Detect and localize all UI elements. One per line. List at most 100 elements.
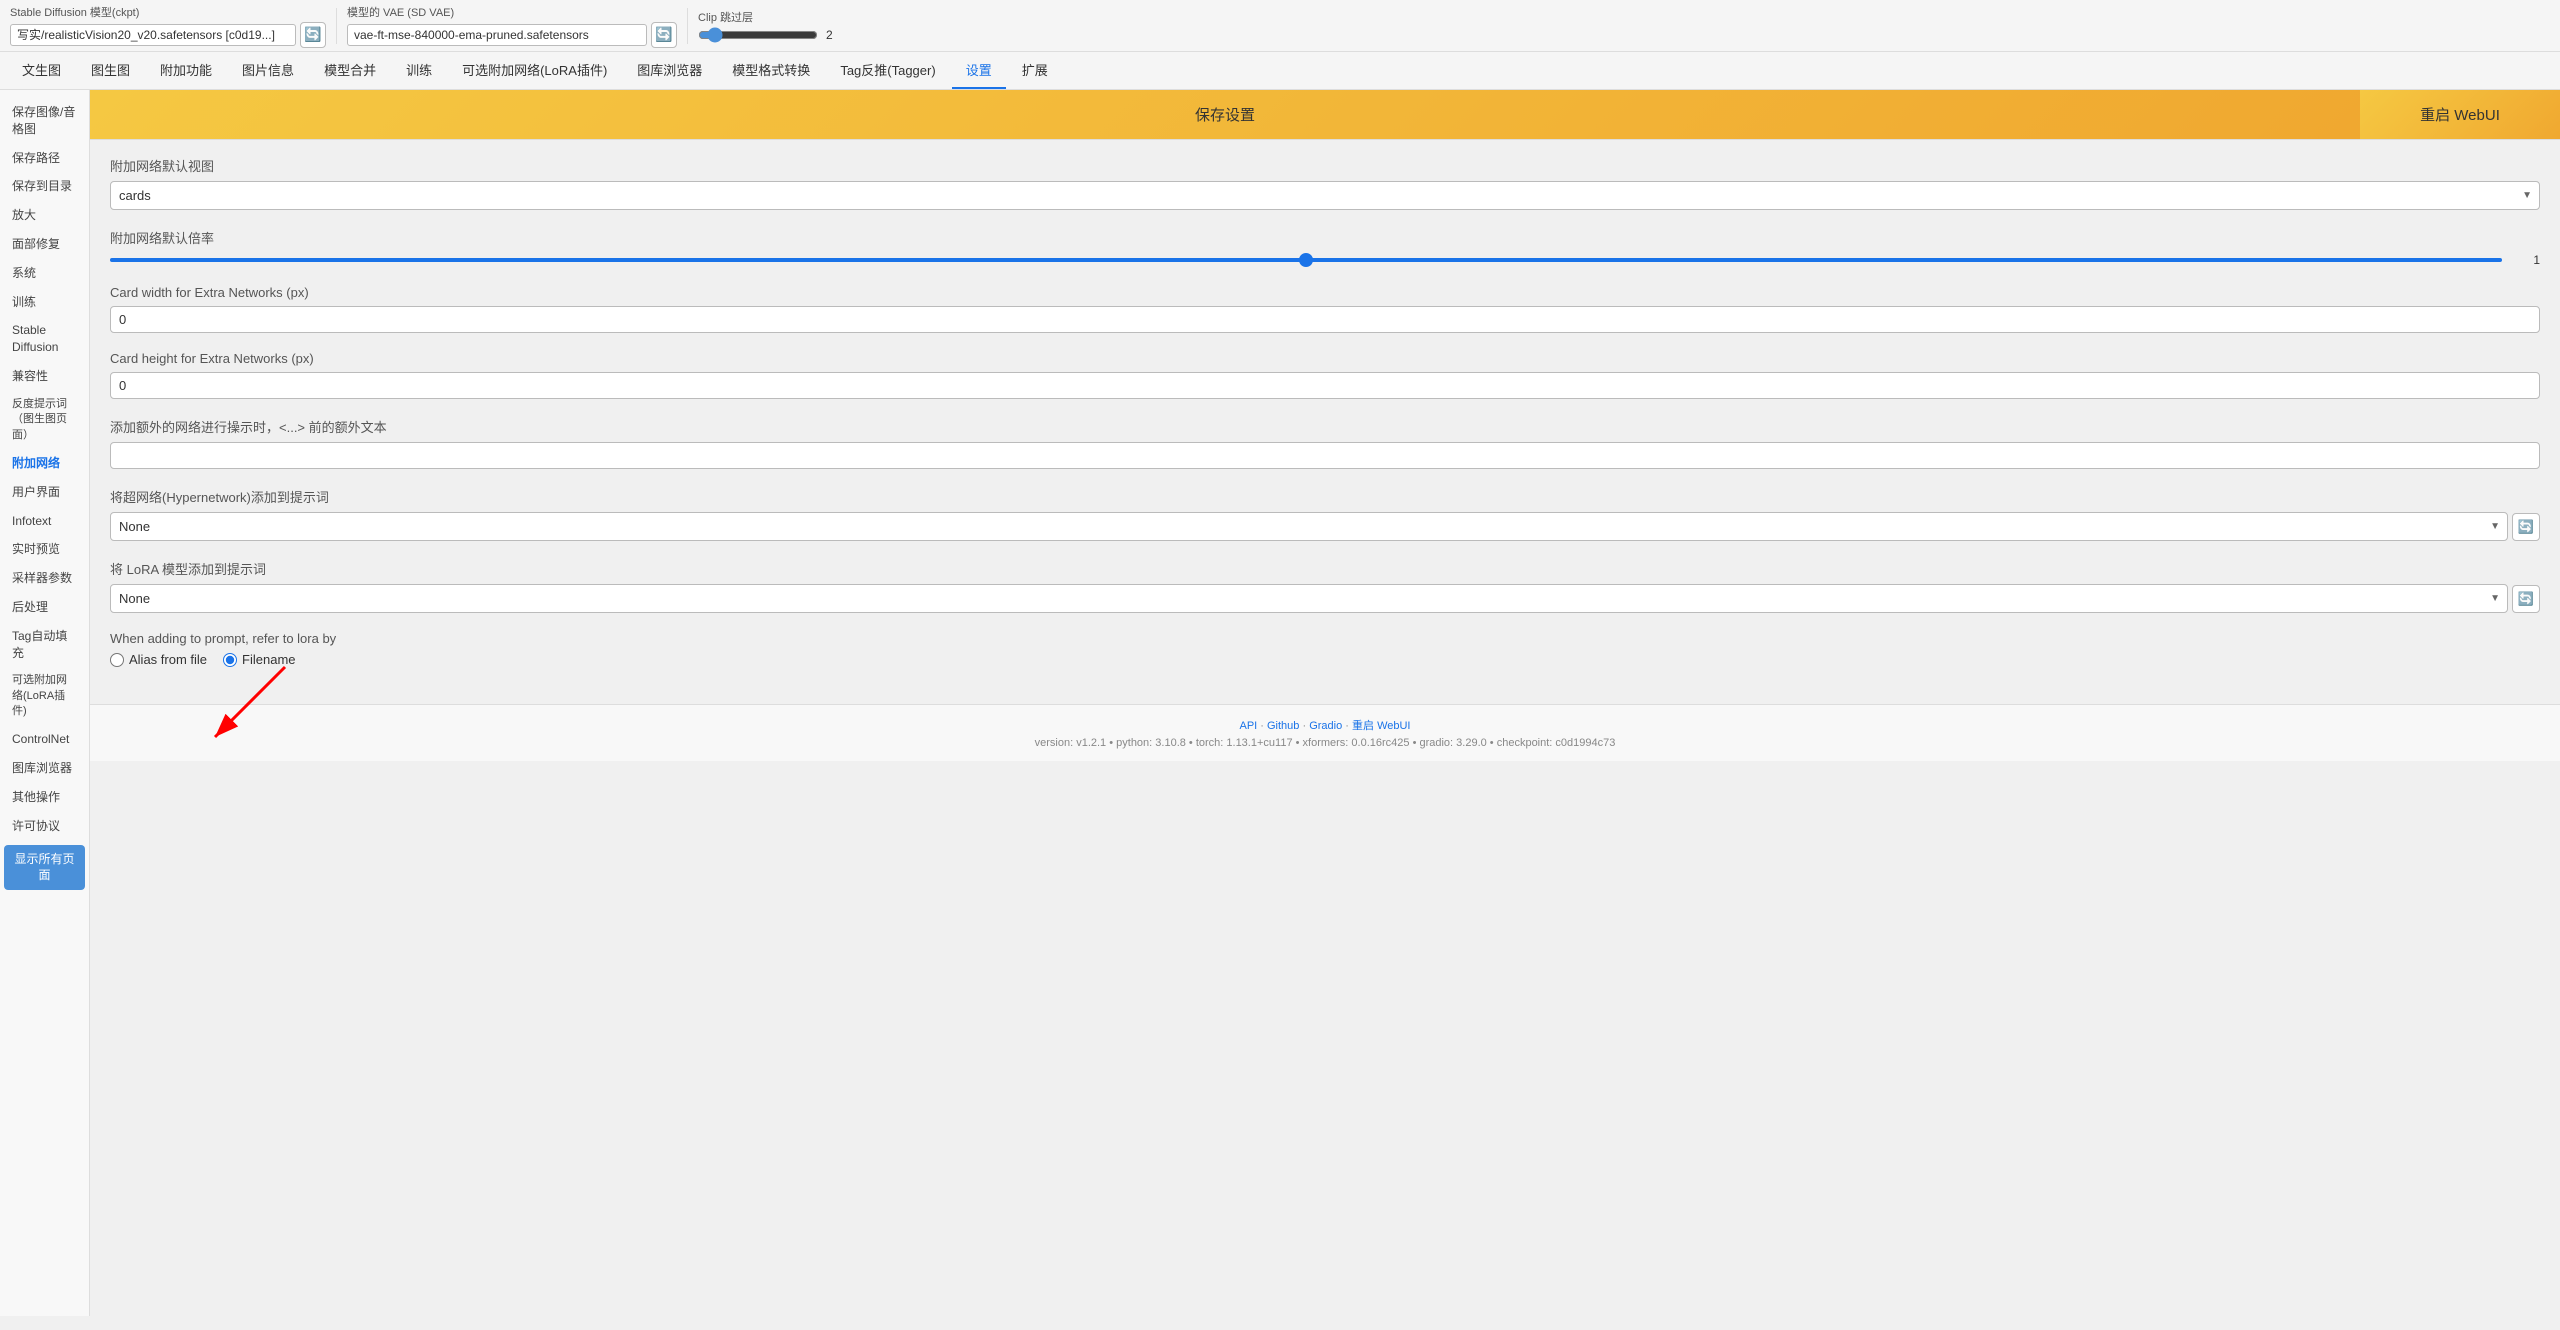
vae-select[interactable]: vae-ft-mse-840000-ema-pruned.safetensors	[347, 24, 647, 46]
tab-extensions[interactable]: 扩展	[1008, 52, 1062, 89]
footer-api-link[interactable]: API	[1239, 720, 1257, 732]
lora-select-wrap: None ▼	[110, 584, 2508, 613]
sidebar-item-controlnet[interactable]: ControlNet	[4, 725, 85, 754]
lora-refer-label: When adding to prompt, refer to lora by	[110, 631, 2540, 646]
sidebar-item-face-restore[interactable]: 面部修复	[4, 230, 85, 259]
tab-gallery[interactable]: 图库浏览器	[623, 52, 716, 89]
footer-gradio-link[interactable]: Gradio	[1309, 720, 1342, 732]
card-height-label: Card height for Extra Networks (px)	[110, 351, 2540, 366]
card-height-input[interactable]: 0	[110, 372, 2540, 399]
sidebar-item-tag-autocomplete[interactable]: Tag自动填充	[4, 622, 85, 668]
tab-txt2img[interactable]: 文生图	[8, 52, 75, 89]
separator-2	[687, 8, 688, 44]
sidebar-item-save-dir[interactable]: 保存到目录	[4, 172, 85, 201]
sidebar-item-gallery-browser[interactable]: 图库浏览器	[4, 754, 85, 783]
filename-option[interactable]: Filename	[223, 652, 295, 667]
sidebar-item-system[interactable]: 系统	[4, 259, 85, 288]
sidebar-item-training[interactable]: 训练	[4, 288, 85, 317]
sidebar-item-sampler[interactable]: 采样器参数	[4, 564, 85, 593]
lora-select[interactable]: None	[110, 584, 2508, 613]
model-label: Stable Diffusion 模型(ckpt)	[10, 4, 326, 20]
content-area: 保存设置 重启 WebUI 附加网络默认视图 cards thumbs list…	[90, 90, 2560, 1316]
hypernetwork-section: 将超网络(Hypernetwork)添加到提示词 None ▼ 🔄	[110, 487, 2540, 541]
hypernetwork-label: 将超网络(Hypernetwork)添加到提示词	[110, 487, 2540, 506]
tab-lora[interactable]: 可选附加网络(LoRA插件)	[448, 52, 621, 89]
extra-networks-view-select[interactable]: cards thumbs list	[110, 181, 2540, 210]
separator-1	[336, 8, 337, 44]
sidebar-item-license[interactable]: 许可协议	[4, 812, 85, 841]
tab-bar: 文生图 图生图 附加功能 图片信息 模型合并 训练 可选附加网络(LoRA插件)…	[0, 52, 2560, 90]
footer-links: API · Github · Gradio · 重启 WebUI	[102, 717, 2548, 733]
main-layout: 保存图像/音格图 保存路径 保存到目录 放大 面部修复 系统 训练 Stable…	[0, 90, 2560, 1316]
filename-radio[interactable]	[223, 653, 237, 667]
sidebar-item-other-ops[interactable]: 其他操作	[4, 783, 85, 812]
lora-select-row: None ▼ 🔄	[110, 584, 2540, 613]
sidebar-item-postprocess[interactable]: 后处理	[4, 593, 85, 622]
multiplier-label: 附加网络默认倍率	[110, 228, 2540, 247]
multiplier-value: 1	[2510, 253, 2540, 267]
sidebar-item-save-image[interactable]: 保存图像/音格图	[4, 98, 85, 144]
footer: API · Github · Gradio · 重启 WebUI version…	[90, 704, 2560, 761]
restart-webui-button[interactable]: 重启 WebUI	[2360, 90, 2560, 139]
model-refresh-button[interactable]: 🔄	[300, 22, 326, 48]
top-bar: Stable Diffusion 模型(ckpt) 写实/realisticVi…	[0, 0, 2560, 52]
model-select[interactable]: 写实/realisticVision20_v20.safetensors [c0…	[10, 24, 296, 46]
vae-refresh-button[interactable]: 🔄	[651, 22, 677, 48]
card-width-section: Card width for Extra Networks (px) 0	[110, 285, 2540, 333]
vae-select-wrap: vae-ft-mse-840000-ema-pruned.safetensors…	[347, 22, 677, 48]
clip-section: Clip 跳过层 2	[698, 9, 833, 43]
alias-from-file-radio[interactable]	[110, 653, 124, 667]
hypernetwork-select[interactable]: None	[110, 512, 2508, 541]
footer-restart-link[interactable]: 重启 WebUI	[1352, 720, 1410, 732]
tab-tagger[interactable]: Tag反推(Tagger)	[826, 52, 949, 89]
extra-networks-view-label: 附加网络默认视图	[110, 156, 2540, 175]
clip-label: Clip 跳过层	[698, 9, 833, 25]
footer-github-link[interactable]: Github	[1267, 720, 1299, 732]
multiplier-slider-row: 1	[110, 253, 2540, 267]
hypernetwork-select-wrap: None ▼	[110, 512, 2508, 541]
multiplier-slider[interactable]	[110, 258, 2502, 262]
tab-merge[interactable]: 模型合并	[310, 52, 390, 89]
multiplier-section: 附加网络默认倍率 1	[110, 228, 2540, 267]
tab-png-info[interactable]: 图片信息	[228, 52, 308, 89]
sidebar-item-extra-networks[interactable]: 附加网络	[4, 449, 85, 478]
extra-text-input[interactable]	[110, 442, 2540, 469]
tab-img2img[interactable]: 图生图	[77, 52, 144, 89]
extra-networks-view-wrap: cards thumbs list ▼	[110, 181, 2540, 210]
tab-settings[interactable]: 设置	[952, 52, 1006, 89]
lora-refresh-button[interactable]: 🔄	[2512, 585, 2540, 613]
model-select-wrap: 写实/realisticVision20_v20.safetensors [c0…	[10, 22, 326, 48]
filename-label: Filename	[242, 652, 295, 667]
sidebar-item-show-all[interactable]: 显示所有页面	[4, 845, 85, 891]
sidebar-item-live-preview[interactable]: 实时预览	[4, 535, 85, 564]
footer-version-info: version: v1.2.1 • python: 3.10.8 • torch…	[102, 737, 2548, 749]
hypernetwork-refresh-button[interactable]: 🔄	[2512, 513, 2540, 541]
clip-slider[interactable]	[698, 27, 818, 43]
tab-convert[interactable]: 模型格式转换	[718, 52, 824, 89]
sidebar-item-upscale[interactable]: 放大	[4, 201, 85, 230]
vae-label: 模型的 VAE (SD VAE)	[347, 4, 677, 20]
hypernetwork-select-row: None ▼ 🔄	[110, 512, 2540, 541]
clip-slider-wrap: 2	[698, 27, 833, 43]
sidebar-item-neg-prompt[interactable]: 反度提示词（图生图页面）	[4, 391, 85, 449]
tab-train[interactable]: 训练	[392, 52, 446, 89]
clip-value: 2	[826, 28, 833, 42]
sidebar-item-stable-diffusion[interactable]: Stable Diffusion	[4, 316, 85, 362]
lora-refer-radio-group: Alias from file Filename	[110, 652, 296, 667]
sidebar: 保存图像/音格图 保存路径 保存到目录 放大 面部修复 系统 训练 Stable…	[0, 90, 90, 1316]
sidebar-item-ui[interactable]: 用户界面	[4, 478, 85, 507]
sidebar-item-infotext[interactable]: Infotext	[4, 507, 85, 536]
tab-extras[interactable]: 附加功能	[146, 52, 226, 89]
lora-section: 将 LoRA 模型添加到提示词 None ▼ 🔄	[110, 559, 2540, 613]
sidebar-item-optional-networks[interactable]: 可选附加网络(LoRA插件)	[4, 667, 85, 725]
model-section: Stable Diffusion 模型(ckpt) 写实/realisticVi…	[10, 4, 326, 48]
sidebar-item-compatibility[interactable]: 兼容性	[4, 362, 85, 391]
save-settings-button[interactable]: 保存设置	[90, 90, 2360, 139]
settings-main: 附加网络默认视图 cards thumbs list ▼ 附加网络默认倍率	[110, 156, 2540, 688]
card-width-input[interactable]: 0	[110, 306, 2540, 333]
card-width-label: Card width for Extra Networks (px)	[110, 285, 2540, 300]
sidebar-item-save-path[interactable]: 保存路径	[4, 144, 85, 173]
extra-text-label: 添加额外的网络进行操示时，<...> 前的额外文本	[110, 417, 2540, 436]
alias-from-file-option[interactable]: Alias from file	[110, 652, 207, 667]
extra-networks-view-section: 附加网络默认视图 cards thumbs list ▼	[110, 156, 2540, 210]
